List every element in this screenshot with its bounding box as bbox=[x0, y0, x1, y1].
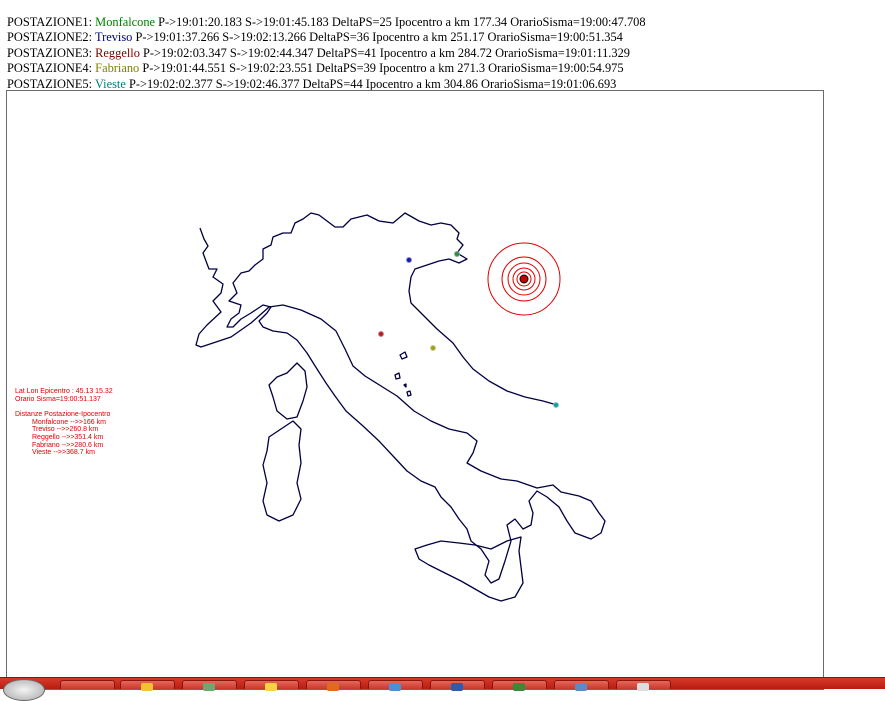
distance-item: Treviso -->>260.8 km bbox=[32, 426, 99, 434]
folder-icon bbox=[141, 683, 153, 691]
app-icon bbox=[637, 683, 649, 691]
lake-outline bbox=[399, 351, 408, 360]
quake-time: Orario Sisma=19:00:51.137 bbox=[15, 395, 101, 403]
distance-item: Vieste -->>368.7 km bbox=[32, 449, 95, 457]
station-details: P->19:01:44.551 S->19:02:23.551 DeltaPS=… bbox=[142, 61, 624, 76]
station-label: POSTAZIONE4: bbox=[7, 61, 93, 76]
lake-outline bbox=[394, 372, 401, 380]
station-label: POSTAZIONE1: bbox=[7, 15, 93, 29]
app-icon bbox=[203, 683, 215, 691]
app-icon bbox=[513, 683, 525, 691]
distance-item: Fabriano -->>280.6 km bbox=[32, 441, 104, 449]
station-name: Treviso bbox=[94, 30, 133, 45]
station-marker-monfalcone bbox=[454, 251, 460, 257]
app-icon bbox=[451, 683, 463, 691]
station-row: POSTAZIONE2: Treviso P->19:01:37.266 S->… bbox=[7, 30, 646, 45]
lake-outline bbox=[403, 383, 407, 388]
sardinia-coastline bbox=[262, 420, 302, 522]
station-name: Fabriano bbox=[95, 61, 140, 76]
station-details: P->19:01:20.183 S->19:01:45.183 DeltaPS=… bbox=[158, 15, 646, 29]
station-marker-fabriano bbox=[430, 345, 436, 351]
italy-map bbox=[195, 212, 606, 602]
browser-icon bbox=[389, 683, 401, 691]
sicily-coastline bbox=[414, 536, 524, 602]
epicenter-latlon: Lat Lon Epicentro : 45.13 15.32 bbox=[15, 388, 113, 395]
station-marker-vieste bbox=[553, 402, 559, 408]
station-name: Vieste bbox=[94, 76, 126, 91]
station-details: P->19:02:03.347 S->19:02:44.347 DeltaPS=… bbox=[143, 45, 630, 60]
station-row: POSTAZIONE4: Fabriano P->19:01:44.551 S-… bbox=[7, 61, 646, 76]
station-marker-reggello bbox=[378, 331, 384, 337]
taskbar bbox=[0, 677, 885, 701]
window-icon bbox=[575, 683, 587, 691]
corsica-coastline bbox=[268, 362, 308, 420]
station-row: POSTAZIONE3: Reggello P->19:02:03.347 S-… bbox=[7, 46, 646, 61]
station-name: Reggello bbox=[95, 45, 140, 60]
station-label: POSTAZIONE3: bbox=[7, 45, 93, 60]
station-details: P->19:02:02.377 S->19:02:46.377 DeltaPS=… bbox=[128, 76, 617, 91]
map-panel: Lat Lon Epicentro : 45.13 15.32 Orario S… bbox=[6, 90, 824, 690]
station-label: POSTAZIONE2: bbox=[7, 30, 93, 45]
station-label: POSTAZIONE5: bbox=[7, 76, 93, 91]
start-button[interactable] bbox=[3, 679, 45, 701]
distance-item: Monfalcone -->>166 km bbox=[32, 418, 106, 426]
epicenter-info: Lat Lon Epicentro : 45.13 15.32 Orario S… bbox=[15, 388, 113, 457]
station-name: Monfalcone bbox=[95, 15, 156, 29]
lake-outline bbox=[406, 390, 412, 397]
station-marker-treviso bbox=[406, 257, 412, 263]
distances-title: Distanze Postazione-Ipocentro bbox=[15, 411, 111, 419]
station-details: P->19:01:37.266 S->19:02:13.266 DeltaPS=… bbox=[135, 30, 623, 45]
distance-item: Reggello -->>351.4 km bbox=[32, 433, 104, 441]
app-icon bbox=[265, 683, 277, 691]
app-icon bbox=[327, 683, 339, 691]
epicenter-marker bbox=[519, 274, 529, 284]
station-row: POSTAZIONE1: Monfalcone P->19:01:20.183 … bbox=[7, 15, 646, 30]
station-list: POSTAZIONE1: Monfalcone P->19:01:20.183 … bbox=[7, 15, 646, 92]
